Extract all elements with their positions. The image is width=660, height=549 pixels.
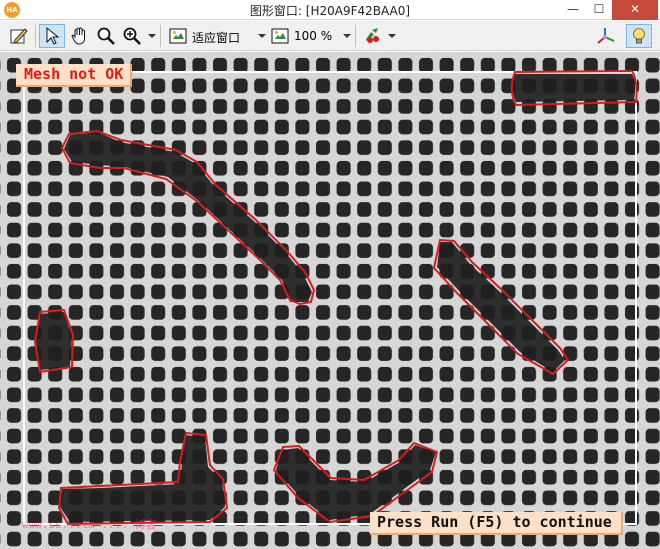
hand-pan-icon[interactable] <box>67 24 93 48</box>
fit-mode-dropdown-arrow[interactable] <box>258 34 266 38</box>
maximize-button[interactable]: ☐ <box>586 0 612 20</box>
continue-message: Press Run (F5) to continue <box>370 512 623 535</box>
3d-axis-icon[interactable] <box>594 24 618 48</box>
zoom-dropdown-arrow[interactable] <box>148 34 156 38</box>
defect-regions <box>33 69 638 526</box>
close-button[interactable]: ✕ <box>612 0 658 20</box>
color-dropdown-arrow[interactable] <box>388 34 396 38</box>
watermark: www.cs...tm .... 博客 <box>22 518 157 531</box>
zoom-select[interactable]: 100 % <box>294 29 332 43</box>
roi-rectangle <box>23 71 637 525</box>
fit-mode-select[interactable]: 适应窗口 <box>192 29 240 46</box>
title-bar: HA 图形窗口: [H20A9F42BAA0] — ☐ ✕ <box>0 0 660 20</box>
zoom-select-dropdown-arrow[interactable] <box>343 34 351 38</box>
lightbulb-icon[interactable] <box>626 24 652 48</box>
toolbar: 适应窗口 100 % <box>0 21 660 51</box>
color-palette-icon[interactable] <box>360 24 384 48</box>
edit-icon[interactable] <box>6 24 32 48</box>
fit-window-icon[interactable] <box>166 24 190 48</box>
graphics-canvas[interactable]: Mesh not OK www.cs...tm .... 博客 Press Ru… <box>0 52 660 549</box>
pointer-icon[interactable] <box>39 24 65 48</box>
magnify-icon[interactable] <box>94 24 118 48</box>
zoom-percent-icon[interactable] <box>268 24 292 48</box>
status-label: Mesh not OK <box>16 64 133 87</box>
zoom-in-icon[interactable] <box>120 24 144 48</box>
minimize-button[interactable]: — <box>560 0 586 20</box>
overlay-graphics <box>23 69 638 526</box>
